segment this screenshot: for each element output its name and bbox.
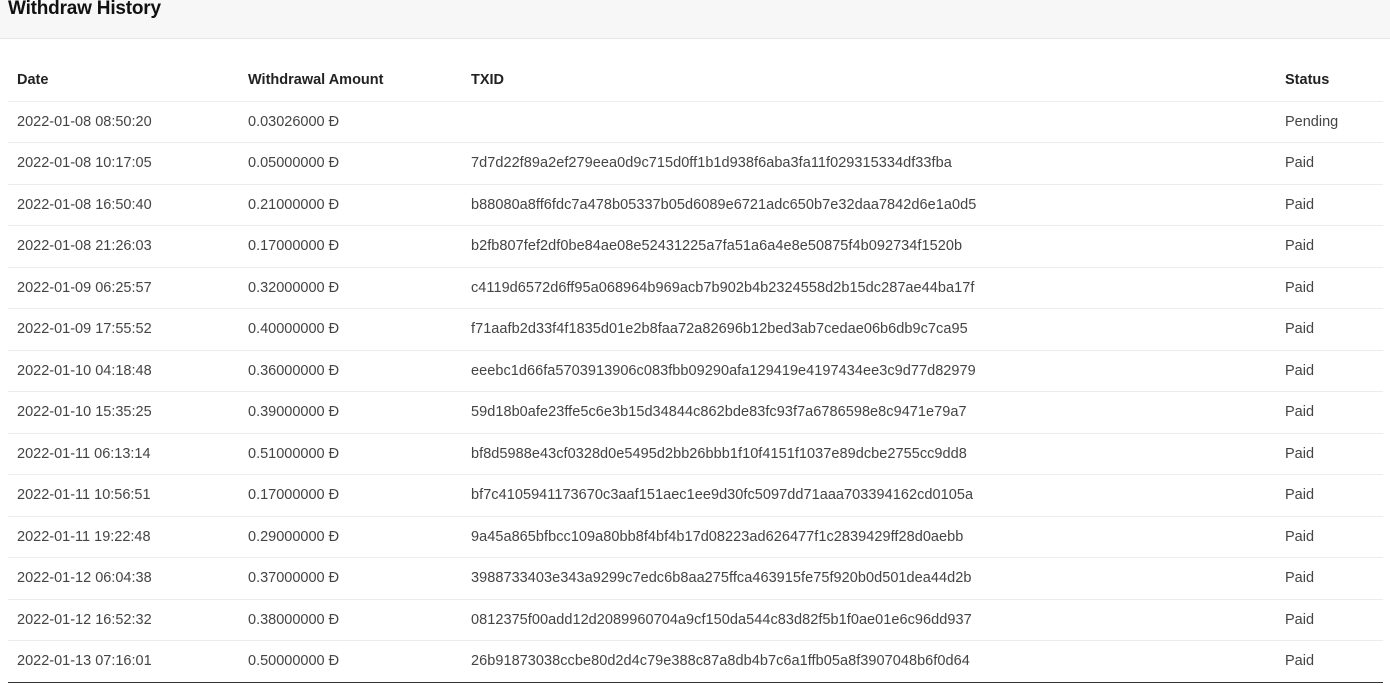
cell-date: 2022-01-11 10:56:51 bbox=[8, 474, 239, 517]
cell-date: 2022-01-11 19:22:48 bbox=[8, 516, 239, 558]
table-row: 2022-01-11 19:22:48 0.29000000 Đ 9a45a865b… bbox=[8, 516, 1383, 558]
cell-amount: 0.50000000 Đ bbox=[239, 640, 462, 683]
cell-txid: bf7c4105941173670c3aaf151aec1ee9d30fc509… bbox=[462, 474, 1276, 517]
table-row: 2022-01-10 15:35:25 0.39000000 Đ 59d18b0af… bbox=[8, 391, 1383, 434]
table-row: 2022-01-09 06:25:57 0.32000000 Đc4119d657… bbox=[8, 267, 1383, 309]
column-header-date: Date bbox=[8, 60, 239, 102]
cell-amount: 0.51000000 Đ bbox=[239, 433, 462, 475]
table-row: 2022-01-12 06:04:38 0.37000000 Đ 398873340… bbox=[8, 557, 1383, 600]
cell-date: 2022-01-12 16:52:32 bbox=[8, 599, 239, 641]
cell-status: Paid bbox=[1276, 267, 1383, 309]
table-row: 2022-01-11 06:13:14 0.51000000 Đbf8d5988e… bbox=[8, 433, 1383, 475]
cell-date: 2022-01-10 15:35:25 bbox=[8, 391, 239, 434]
table-header-row: Date Withdrawal Amount TXID Status bbox=[8, 60, 1383, 102]
cell-txid: bf8d5988e43cf0328d0e5495d2bb26bbb1f10f41… bbox=[462, 433, 1276, 475]
cell-txid: 9a45a865bfbcc109a80bb8f4bf4b17d08223ad62… bbox=[462, 516, 1276, 558]
cell-txid: 3988733403e343a9299c7edc6b8aa275ffca4639… bbox=[462, 557, 1276, 600]
cell-status: Paid bbox=[1276, 350, 1383, 392]
cell-status: Paid bbox=[1276, 142, 1383, 185]
cell-status: Paid bbox=[1276, 516, 1383, 558]
cell-amount: 0.17000000 Đ bbox=[239, 474, 462, 517]
table-row: 2022-01-08 21:26:03 0.17000000 Đb2fb807fe… bbox=[8, 225, 1383, 268]
cell-status: Paid bbox=[1276, 184, 1383, 226]
cell-amount: 0.21000000 Đ bbox=[239, 184, 462, 226]
cell-txid: 7d7d22f89a2ef279eea0d9c715d0ff1b1d938f6a… bbox=[462, 142, 1276, 185]
cell-amount: 0.40000000 Đ bbox=[239, 308, 462, 351]
cell-amount: 0.39000000 Đ bbox=[239, 391, 462, 434]
table-row: 2022-01-13 07:16:01 0.50000000 Đ 26b918730… bbox=[8, 640, 1383, 683]
cell-date: 2022-01-08 21:26:03 bbox=[8, 225, 239, 268]
column-header-status: Status bbox=[1276, 60, 1383, 102]
cell-txid: 59d18b0afe23ffe5c6e3b15d34844c862bde83fc… bbox=[462, 391, 1276, 434]
cell-txid: f71aafb2d33f4f1835d01e2b8faa72a82696b12b… bbox=[462, 308, 1276, 351]
table-row: 2022-01-08 16:50:40 0.21000000 Đb88080a8f… bbox=[8, 184, 1383, 226]
cell-txid: b2fb807fef2df0be84ae08e52431225a7fa51a6a… bbox=[462, 225, 1276, 268]
withdraw-history-page: Withdraw History Date Withdrawal Amount … bbox=[0, 0, 1390, 685]
table-row: 2022-01-08 08:50:20 0.03026000 Đ Pending bbox=[8, 101, 1383, 143]
cell-amount: 0.37000000 Đ bbox=[239, 557, 462, 600]
table-row: 2022-01-12 16:52:32 0.38000000 Đ 0812375f0… bbox=[8, 599, 1383, 641]
cell-date: 2022-01-09 17:55:52 bbox=[8, 308, 239, 351]
page-title: Withdraw History bbox=[8, 0, 161, 19]
cell-status: Paid bbox=[1276, 474, 1383, 517]
cell-status: Paid bbox=[1276, 225, 1383, 268]
cell-status: Pending bbox=[1276, 101, 1383, 143]
cell-status: Paid bbox=[1276, 433, 1383, 475]
cell-date: 2022-01-09 06:25:57 bbox=[8, 267, 239, 309]
cell-amount: 0.36000000 Đ bbox=[239, 350, 462, 392]
cell-date: 2022-01-10 04:18:48 bbox=[8, 350, 239, 392]
table-header: Date Withdrawal Amount TXID Status bbox=[8, 60, 1383, 102]
cell-status: Paid bbox=[1276, 308, 1383, 351]
table-row: 2022-01-09 17:55:52 0.40000000 Đf71aafb2d… bbox=[8, 308, 1383, 351]
header-bar: Withdraw History bbox=[0, 0, 1390, 39]
cell-date: 2022-01-13 07:16:01 bbox=[8, 640, 239, 683]
table-body: 2022-01-08 08:50:20 0.03026000 Đ Pending 20… bbox=[8, 101, 1383, 683]
table-row: 2022-01-11 10:56:51 0.17000000 Đbf7c41059… bbox=[8, 474, 1383, 517]
cell-date: 2022-01-08 10:17:05 bbox=[8, 142, 239, 185]
cell-amount: 0.03026000 Đ bbox=[239, 101, 462, 143]
column-header-amount: Withdrawal Amount bbox=[239, 60, 462, 102]
cell-amount: 0.38000000 Đ bbox=[239, 599, 462, 641]
cell-txid: 0812375f00add12d2089960704a9cf150da544c8… bbox=[462, 599, 1276, 641]
cell-amount: 0.32000000 Đ bbox=[239, 267, 462, 309]
table-row: 2022-01-10 04:18:48 0.36000000 Đeeebc1d66… bbox=[8, 350, 1383, 392]
cell-date: 2022-01-08 08:50:20 bbox=[8, 101, 239, 143]
cell-status: Paid bbox=[1276, 640, 1383, 683]
column-header-txid: TXID bbox=[462, 60, 1276, 102]
cell-status: Paid bbox=[1276, 557, 1383, 600]
table-row: 2022-01-08 10:17:05 0.05000000 Đ 7d7d22f89… bbox=[8, 142, 1383, 185]
cell-amount: 0.05000000 Đ bbox=[239, 142, 462, 185]
withdraw-history-table-container: Date Withdrawal Amount TXID Status 2022-… bbox=[8, 60, 1383, 683]
cell-txid: c4119d6572d6ff95a068964b969acb7b902b4b23… bbox=[462, 267, 1276, 309]
withdraw-history-table: Date Withdrawal Amount TXID Status 2022-… bbox=[8, 60, 1383, 683]
cell-status: Paid bbox=[1276, 599, 1383, 641]
cell-txid bbox=[462, 101, 1276, 143]
cell-txid: 26b91873038ccbe80d2d4c79e388c87a8db4b7c6… bbox=[462, 640, 1276, 683]
cell-date: 2022-01-11 06:13:14 bbox=[8, 433, 239, 475]
cell-amount: 0.29000000 Đ bbox=[239, 516, 462, 558]
cell-status: Paid bbox=[1276, 391, 1383, 434]
cell-amount: 0.17000000 Đ bbox=[239, 225, 462, 268]
cell-date: 2022-01-12 06:04:38 bbox=[8, 557, 239, 600]
cell-txid: eeebc1d66fa5703913906c083fbb09290afa1294… bbox=[462, 350, 1276, 392]
cell-date: 2022-01-08 16:50:40 bbox=[8, 184, 239, 226]
cell-txid: b88080a8ff6fdc7a478b05337b05d6089e6721ad… bbox=[462, 184, 1276, 226]
